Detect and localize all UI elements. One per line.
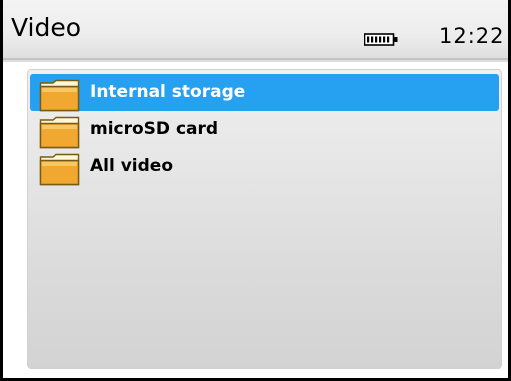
folder-list: Internal storage microSD card All video [28, 74, 501, 186]
header-divider [3, 58, 508, 60]
video-screen: Video 12:22 Internal storage microSD car… [0, 0, 511, 381]
folder-item-microsd-card[interactable]: microSD card [30, 111, 499, 149]
status-bar: Video 12:22 [3, 0, 508, 62]
folder-icon [39, 116, 80, 149]
folder-item-internal-storage[interactable]: Internal storage [30, 74, 499, 112]
folder-icon [39, 79, 80, 112]
folder-item-label: microSD card [90, 119, 219, 139]
folder-list-panel: Internal storage microSD card All video [27, 69, 502, 369]
clock: 12:22 [439, 24, 505, 48]
page-title: Video [11, 13, 82, 42]
folder-icon [39, 153, 80, 186]
folder-item-all-video[interactable]: All video [30, 148, 499, 186]
folder-item-label: All video [90, 156, 174, 176]
folder-item-label: Internal storage [90, 82, 246, 102]
battery-full-icon [364, 33, 398, 46]
